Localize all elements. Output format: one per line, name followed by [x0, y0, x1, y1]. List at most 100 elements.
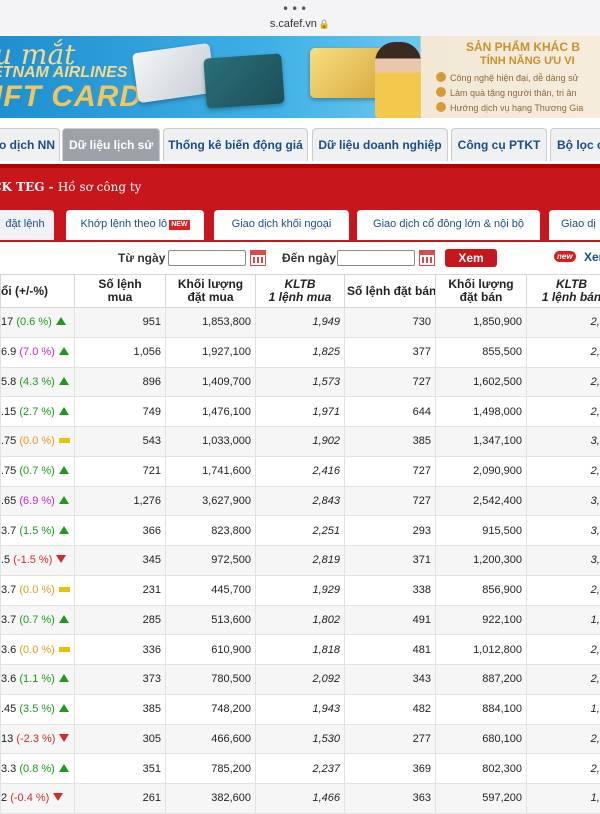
- change-percent: (0.0 %): [19, 435, 54, 447]
- buy-orders-cell: 1,056: [75, 337, 166, 367]
- calendar-icon[interactable]: [250, 250, 266, 266]
- banner-bullet: Công nghệ hiện đại, dễ dàng sử: [436, 72, 579, 83]
- change-cell: 17 (0.6 %): [1, 308, 75, 338]
- table-row: 3.7 (0.7 %)285513,6001,802491922,1001,87: [1, 605, 600, 635]
- calendar-icon[interactable]: [419, 250, 435, 266]
- buy-volume-cell: 748,200: [166, 694, 256, 724]
- browser-menu-dots[interactable]: •••: [282, 2, 309, 16]
- table-row: 3.3 (0.8 %)351785,2002,237369802,3002,17: [1, 754, 600, 784]
- table-row: 3.7 (1.5 %)366823,8002,251293915,5003,12: [1, 516, 600, 546]
- avg-buy-cell: 1,971: [256, 397, 345, 427]
- tab-price-statistics[interactable]: Thống kê biến động giá: [163, 128, 308, 161]
- tab-company-data[interactable]: Dữ liệu doanh nghiệp: [312, 128, 448, 161]
- change-percent: (1.1 %): [19, 673, 54, 685]
- avg-sell-cell: 2,87: [527, 456, 600, 486]
- sell-orders-cell: 371: [345, 546, 436, 576]
- arrow-up-icon: [59, 764, 69, 772]
- arrow-down-icon: [53, 793, 63, 801]
- view-button[interactable]: Xem: [445, 249, 497, 267]
- change-value: .5: [1, 554, 10, 566]
- arrow-up-icon: [59, 347, 69, 355]
- sell-orders-cell: 482: [345, 694, 436, 724]
- sell-orders-cell: 727: [345, 486, 436, 516]
- ad-banner[interactable]: u mắt ETNAM AIRLINES IFT CARD SẢN PHẨM K…: [0, 36, 600, 118]
- table-row: 13 (-2.3 %)305466,6001,530277680,1002,45: [1, 724, 600, 754]
- change-value: 3.3: [1, 763, 16, 775]
- sell-orders-cell: 363: [345, 784, 436, 814]
- change-value: 3.7: [1, 525, 16, 537]
- banner-right-title1: SẢN PHẨM KHÁC B: [466, 40, 580, 54]
- sell-orders-cell: 730: [345, 308, 436, 338]
- avg-buy-cell: 1,902: [256, 427, 345, 457]
- tab-historical-data[interactable]: Dữ liệu lịch sử: [62, 128, 160, 161]
- buy-volume-cell: 972,500: [166, 546, 256, 576]
- avg-sell-cell: 2,53: [527, 575, 600, 605]
- change-value: 3.6: [1, 673, 16, 685]
- avg-sell-cell: 2,58: [527, 665, 600, 695]
- change-percent: (3.5 %): [19, 703, 54, 715]
- url-display[interactable]: s.cafef.vn🔒: [0, 18, 600, 30]
- buy-orders-cell: 543: [75, 427, 166, 457]
- change-cell: .15 (2.7 %): [1, 397, 75, 427]
- company-profile-link[interactable]: Hồ sơ công ty: [58, 180, 142, 194]
- buy-volume-cell: 445,700: [166, 575, 256, 605]
- col-header-avg-sell: KLTB1 lệnh bán: [527, 275, 600, 308]
- change-value: 2: [1, 792, 7, 804]
- browser-address-bar[interactable]: ••• s.cafef.vn🔒: [0, 0, 600, 37]
- from-date-input[interactable]: [168, 250, 246, 266]
- change-percent: (0.0 %): [19, 644, 54, 656]
- change-value: .15: [1, 406, 16, 418]
- bullet-icon: [436, 72, 446, 82]
- change-percent: (4.3 %): [19, 376, 54, 388]
- change-value: 3.6: [1, 644, 16, 656]
- avg-sell-cell: 2,45: [527, 724, 600, 754]
- sell-orders-cell: 644: [345, 397, 436, 427]
- banner-bullet: Hướng dịch vụ hạng Thương Gia: [436, 102, 583, 113]
- table-row: 6.9 (7.0 %)1,0561,927,1001,825377855,500…: [1, 337, 600, 367]
- tab-filter[interactable]: Bộ lọc c: [550, 128, 600, 161]
- sell-volume-cell: 680,100: [436, 724, 527, 754]
- change-cell: 3.3 (0.8 %): [1, 754, 75, 784]
- change-value: .45: [1, 703, 16, 715]
- banner-title-line3: IFT CARD: [0, 80, 142, 114]
- extra-view-link[interactable]: Xem: [584, 250, 600, 264]
- change-percent: (-2.3 %): [16, 733, 55, 745]
- change-percent: (0.7 %): [19, 465, 54, 477]
- buy-orders-cell: 385: [75, 694, 166, 724]
- sell-orders-cell: 481: [345, 635, 436, 665]
- new-badge: new: [554, 251, 576, 262]
- banner-right-title2: TÍNH NĂNG ƯU VI: [480, 55, 575, 67]
- col-header-avg-buy: KLTB1 lệnh mua: [256, 275, 345, 308]
- company-header-bar: CK TEG - Hồ sơ công ty: [0, 168, 600, 206]
- change-percent: (0.0 %): [19, 584, 54, 596]
- subtab-order-placement[interactable]: đặt lệnh: [0, 210, 54, 240]
- avg-buy-cell: 2,237: [256, 754, 345, 784]
- change-percent: (1.5 %): [19, 525, 54, 537]
- sell-volume-cell: 597,200: [436, 784, 527, 814]
- tab-foreign-trading[interactable]: o dịch NN: [0, 128, 60, 161]
- subtab-lot-matching[interactable]: Khớp lệnh theo lôNEW: [66, 210, 204, 240]
- tab-technical-tools[interactable]: Công cụ PTKT: [451, 128, 547, 161]
- change-value: .65: [1, 495, 16, 507]
- table-row: .45 (3.5 %)385748,2001,943482884,1001,83: [1, 694, 600, 724]
- unchanged-icon: [59, 587, 70, 592]
- sell-volume-cell: 802,300: [436, 754, 527, 784]
- subtab-major-shareholders[interactable]: Giao dịch cổ đông lớn & nội bộ: [357, 210, 540, 240]
- sell-volume-cell: 1,850,900: [436, 308, 527, 338]
- avg-sell-cell: 2,17: [527, 754, 600, 784]
- to-date-input[interactable]: [337, 250, 415, 266]
- change-cell: 3.7 (0.0 %): [1, 575, 75, 605]
- change-cell: .75 (0.0 %): [1, 427, 75, 457]
- url-text: s.cafef.vn: [270, 18, 317, 30]
- change-percent: (0.6 %): [16, 316, 51, 328]
- sell-orders-cell: 293: [345, 516, 436, 546]
- subtab-more[interactable]: Giao dị: [549, 210, 600, 240]
- change-cell: .75 (0.7 %): [1, 456, 75, 486]
- col-header-buy-volume: Khối lượngđặt mua: [166, 275, 256, 308]
- sell-volume-cell: 1,602,500: [436, 367, 527, 397]
- bullet-icon: [436, 87, 446, 97]
- subtab-foreign-trading[interactable]: Giao dịch khối ngoại: [214, 210, 349, 240]
- buy-orders-cell: 345: [75, 546, 166, 576]
- order-statistics-table: ổi (+/-%) Số lệnhmua Khối lượngđặt mua K…: [0, 274, 600, 814]
- sell-orders-cell: 369: [345, 754, 436, 784]
